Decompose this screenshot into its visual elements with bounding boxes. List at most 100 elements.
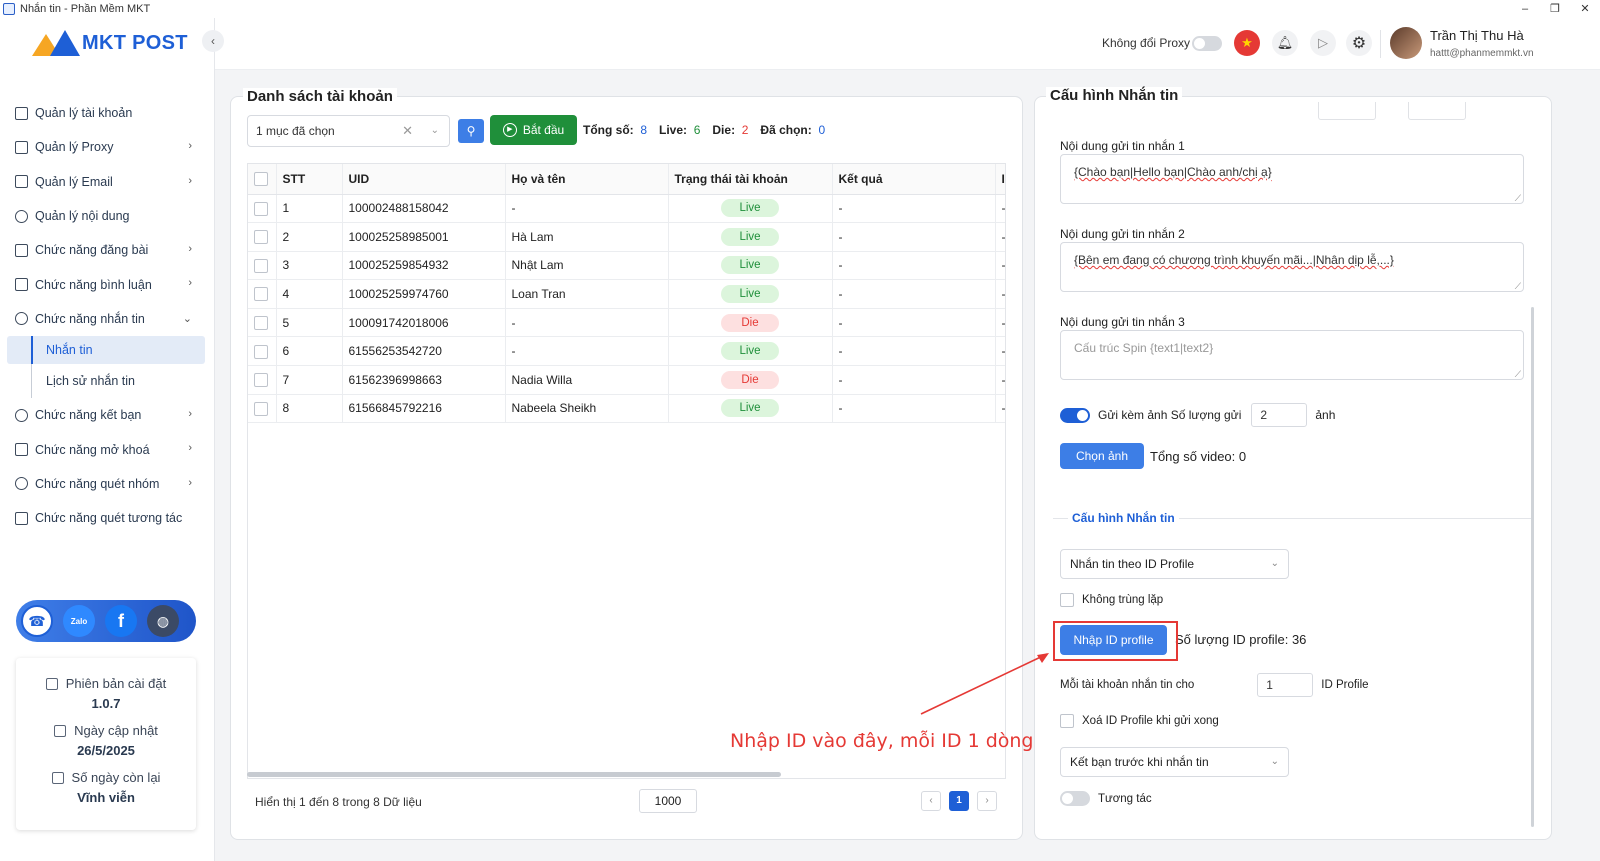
message-3-placeholder: Cấu trúc Spin {text1|text2} — [1074, 341, 1214, 355]
gear-icon[interactable]: ⚙ — [1346, 30, 1372, 56]
stt-cell: 8 — [276, 394, 343, 424]
status-cell: Live — [668, 394, 833, 424]
table-row[interactable]: 2 100025258985001 Hà Lam Live - - — [248, 222, 1005, 252]
globe-icon[interactable]: ◍ — [147, 605, 179, 637]
row-checkbox[interactable] — [254, 230, 268, 245]
clipped-input[interactable] — [1408, 102, 1466, 120]
row-checkbox[interactable] — [254, 287, 268, 302]
next-page-button[interactable]: › — [977, 791, 997, 811]
table-row[interactable]: 4 100025259974760 Loan Tran Live - - — [248, 279, 1005, 309]
filter-clear-button[interactable]: ⚲ — [458, 119, 484, 143]
uid-cell: 100025258985001 — [342, 222, 506, 252]
chevron-right-icon: › — [188, 174, 192, 187]
message-mode-dropdown[interactable]: Nhắn tin theo ID Profile ⌄ — [1060, 549, 1289, 579]
sidebar-item-post[interactable]: Chức năng đăng bài › — [0, 233, 214, 267]
table-row[interactable]: 6 61556253542720- Live - - — [248, 336, 1005, 367]
start-button[interactable]: ▶ Bắt đầu — [490, 115, 577, 145]
sidebar-subitem-messages[interactable]: Nhắn tin — [7, 336, 205, 365]
extra-cell: - — [995, 336, 1005, 367]
stt-cell: 3 — [276, 251, 343, 281]
row-checkbox[interactable] — [254, 373, 268, 388]
table-row[interactable]: 3 100025259854932 Nhật Lam Live - - — [248, 251, 1005, 281]
message-3-textarea[interactable]: Cấu trúc Spin {text1|text2} — [1060, 330, 1524, 380]
message-1-textarea[interactable]: {Chào bạn|Hello bạn|Chào anh/chị ạ} — [1060, 154, 1524, 204]
column-header[interactable]: Họ và tên — [505, 164, 669, 195]
proxy-toggle[interactable] — [1192, 36, 1222, 51]
sidebar-item-unlock[interactable]: Chức năng mở khoá › — [0, 432, 214, 466]
sidebar-collapse-button[interactable]: ‹ — [202, 30, 224, 52]
status-badge: Live — [721, 399, 779, 418]
sidebar-item-accounts[interactable]: Quản lý tài khoản — [0, 96, 214, 130]
page-size-input[interactable]: 1000 — [639, 789, 697, 813]
sidebar-item-email[interactable]: Quản lý Email › — [0, 165, 214, 199]
message-2-textarea[interactable]: {Bên em đang có chương trình khuyến mãi.… — [1060, 242, 1524, 292]
selected-label: Đã chọn: — [760, 123, 812, 137]
delete-after-checkbox[interactable] — [1060, 714, 1074, 728]
column-header[interactable]: I — [995, 164, 1005, 195]
interact-toggle[interactable] — [1060, 791, 1090, 806]
account-list-title: Danh sách tài khoản — [243, 88, 397, 105]
play-icon[interactable]: ▷ — [1310, 30, 1336, 56]
sidebar-item-label: Chức năng quét tương tác — [35, 511, 183, 526]
choose-image-button[interactable]: Chọn ảnh — [1060, 443, 1144, 469]
clipped-input[interactable] — [1318, 102, 1376, 120]
table-row[interactable]: 5 100091742018006- Die - - — [248, 308, 1005, 338]
account-table-wrapper: STT UID Họ và tên Trạng thái tài khoản K… — [247, 163, 1006, 779]
support-icon[interactable]: ☎ — [21, 605, 53, 637]
days-label: Số ngày còn lại — [71, 770, 161, 785]
account-select[interactable]: 1 mục đã chọn ✕ ⌄ — [247, 115, 450, 147]
page-button[interactable]: 1 — [949, 791, 969, 811]
sidebar-item-content[interactable]: Quản lý nội dung — [0, 199, 214, 233]
horizontal-scrollbar[interactable] — [247, 772, 781, 777]
account-select-value: 1 mục đã chọn — [256, 124, 335, 138]
user-add-icon — [15, 408, 28, 422]
vietnam-flag-icon[interactable]: ★ — [1234, 30, 1260, 56]
row-checkbox[interactable] — [254, 258, 268, 273]
row-checkbox[interactable] — [254, 401, 268, 416]
table-header-row: STT UID Họ và tên Trạng thái tài khoản K… — [248, 164, 1005, 195]
prev-page-button[interactable]: ‹ — [921, 791, 941, 811]
vertical-scrollbar[interactable] — [1531, 307, 1534, 827]
sidebar-item-proxy[interactable]: Quản lý Proxy › — [0, 130, 214, 164]
column-header[interactable]: STT — [276, 164, 343, 195]
sidebar-item-messaging[interactable]: Chức năng nhắn tin ⌄ — [0, 302, 214, 336]
friend-mode-dropdown[interactable]: Kết bạn trước khi nhắn tin ⌄ — [1060, 747, 1289, 777]
row-checkbox[interactable] — [254, 344, 268, 359]
social-bar: ☎ Zalo f ◍ — [16, 600, 196, 642]
select-all-checkbox[interactable] — [254, 172, 268, 187]
table-row[interactable]: 7 61562396998663 Nadia Willa Die - - — [248, 365, 1005, 395]
per-account-input[interactable]: 1 — [1257, 673, 1314, 697]
sidebar-subitem-message-history[interactable]: Lịch sử nhắn tin — [0, 364, 214, 399]
column-header[interactable]: UID — [342, 164, 506, 195]
avatar[interactable] — [1390, 27, 1422, 59]
window-titlebar: Nhắn tin - Phần Mềm MKT – ❐ ✕ — [0, 0, 1600, 18]
maximize-button[interactable]: ❐ — [1540, 0, 1570, 18]
bell-icon[interactable]: 🔔︎ — [1272, 30, 1298, 56]
sidebar-item-scan-groups[interactable]: Chức năng quét nhóm › — [0, 467, 214, 501]
facebook-icon[interactable]: f — [105, 605, 137, 637]
uid-cell: 61566845792216 — [342, 394, 506, 424]
message-config-panel: Nội dung gửi tin nhắn 1 {Chào bạn|Hello … — [1034, 96, 1552, 840]
comment-icon — [15, 278, 28, 292]
status-cell: Live — [668, 336, 833, 367]
row-checkbox[interactable] — [254, 201, 268, 216]
table-row[interactable]: 1 100002488158042- Live - - — [248, 194, 1005, 224]
clear-icon[interactable]: ✕ — [402, 116, 413, 146]
result-cell: - — [832, 251, 996, 281]
status-cell: Live — [668, 279, 833, 309]
sidebar-item-friends[interactable]: Chức năng kết bạn › — [0, 398, 214, 432]
sidebar-item-scan-interactions[interactable]: Chức năng quét tương tác — [0, 501, 214, 535]
message-config-title: Cấu hình Nhắn tin — [1046, 87, 1183, 104]
row-checkbox[interactable] — [254, 316, 268, 331]
send-image-toggle[interactable] — [1060, 407, 1090, 423]
zalo-icon[interactable]: Zalo — [63, 605, 95, 637]
no-duplicate-checkbox[interactable] — [1060, 593, 1074, 607]
sidebar-item-comment[interactable]: Chức năng bình luận › — [0, 267, 214, 301]
table-row[interactable]: 8 61566845792216 Nabeela Sheikh Live - - — [248, 394, 1005, 424]
image-count-input[interactable]: 2 — [1251, 403, 1308, 427]
minimize-button[interactable]: – — [1510, 0, 1540, 18]
sidebar-item-label: Quản lý Proxy — [35, 140, 114, 155]
column-header[interactable]: Kết quả — [832, 164, 996, 195]
close-button[interactable]: ✕ — [1570, 0, 1600, 18]
column-header[interactable]: Trạng thái tài khoản — [668, 164, 833, 195]
